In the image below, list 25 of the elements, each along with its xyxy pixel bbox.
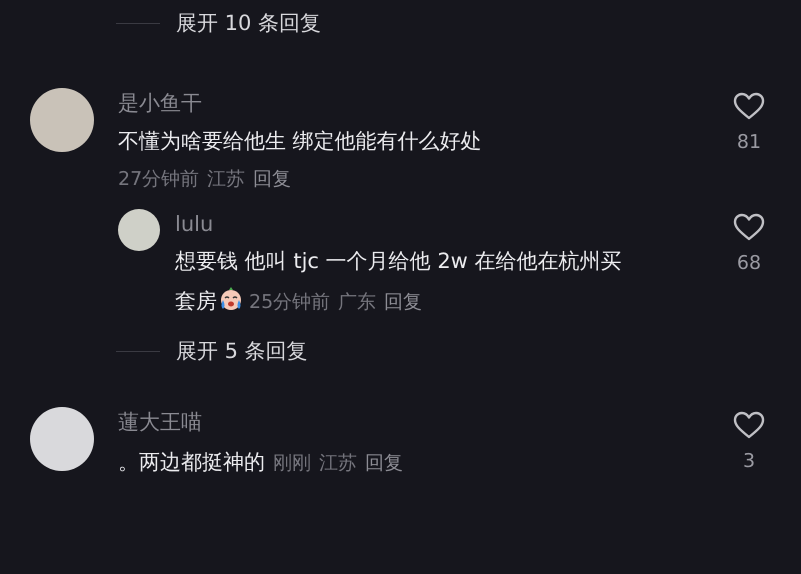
like-count: 3 — [742, 449, 756, 474]
comment-text: 想要钱 他叫 tjc 一个月给他 2w 在给他在杭州买 — [175, 248, 622, 274]
comment-time: 27分钟前 — [118, 168, 200, 190]
like-count: 68 — [736, 250, 762, 276]
comment-time: 25分钟前 — [249, 290, 330, 312]
comment-location: 广东 — [338, 290, 376, 312]
reply-link[interactable]: 回复 — [384, 282, 422, 322]
comment-time: 刚刚 — [273, 452, 311, 474]
comment-location: 江苏 — [207, 168, 246, 190]
heart-icon[interactable] — [733, 212, 765, 240]
reply-link[interactable]: 回复 — [365, 446, 403, 480]
username[interactable]: 蓮大王喵 — [118, 407, 729, 437]
heart-icon[interactable] — [733, 92, 765, 120]
username[interactable]: lulu — [175, 208, 729, 238]
username[interactable]: 是小鱼干 — [118, 88, 729, 118]
like-count: 81 — [736, 130, 762, 154]
avatar-placeholder[interactable] — [118, 208, 160, 250]
comment-text: 。两边都挺神的 — [118, 450, 265, 474]
reply-link[interactable]: 回复 — [253, 164, 292, 194]
comment-location: 江苏 — [319, 452, 357, 474]
expand-replies-link[interactable]: 展开 5 条回复 — [176, 336, 308, 367]
comment-text: 套房 — [175, 288, 217, 312]
comment-text: 不懂为啥要给他生 绑定他能有什么好处 — [118, 128, 483, 154]
heart-icon[interactable] — [733, 411, 765, 439]
expand-replies-link[interactable]: 展开 10 条回复 — [176, 8, 322, 40]
